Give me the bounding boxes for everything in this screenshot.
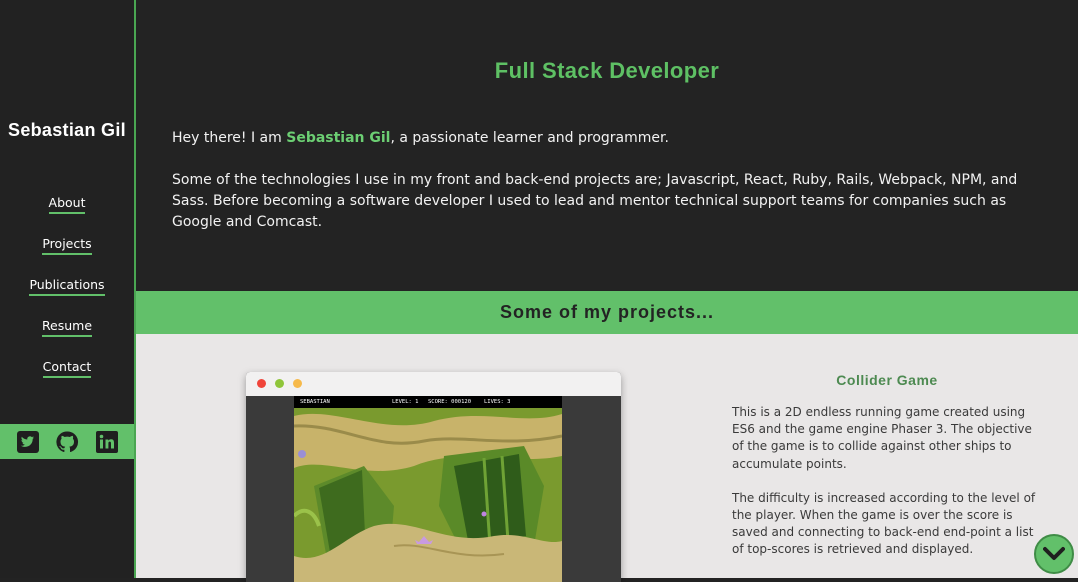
- projects-heading: Some of my projects...: [499, 302, 715, 322]
- project-desc-paragraph-2: The difficulty is increased according to…: [732, 490, 1036, 557]
- sidebar: Sebastian Gil About Projects Publication…: [0, 0, 136, 578]
- close-dot-icon: [257, 379, 266, 388]
- project-description: This is a 2D endless running game create…: [732, 404, 1042, 576]
- hud-score: SCORE: 000120: [428, 399, 472, 405]
- nav-label: About: [48, 195, 86, 214]
- intro-suffix: , a passionate learner and programmer.: [390, 130, 669, 146]
- page-title: Full Stack Developer: [494, 58, 720, 83]
- brand-name[interactable]: Sebastian Gil: [0, 120, 134, 141]
- nav-contact[interactable]: Contact: [0, 356, 134, 397]
- nav-label: Projects: [42, 236, 92, 255]
- project-desc-paragraph-1: This is a 2D endless running game create…: [732, 405, 1032, 471]
- main-content: Full Stack Developer Hey there! I am Seb…: [136, 0, 1078, 582]
- hud-player: SEBASTIAN: [300, 399, 330, 405]
- nav-resume[interactable]: Resume: [0, 315, 134, 356]
- projects-section: SEBASTIAN LEVEL: 1 SCORE: 000120 LIVES: …: [136, 334, 1078, 582]
- linkedin-icon[interactable]: [95, 430, 119, 454]
- about-text: Some of the technologies I use in my fro…: [172, 172, 1018, 230]
- browser-titlebar: [246, 372, 621, 396]
- projects-banner: Some of my projects...: [136, 291, 1078, 334]
- intro-text: Hey there! I am Sebastian Gil, a passion…: [172, 128, 1052, 149]
- nav-label: Resume: [41, 318, 93, 337]
- twitter-icon[interactable]: [16, 430, 40, 454]
- intro-prefix: Hey there! I am: [172, 130, 287, 146]
- game-screenshot: SEBASTIAN LEVEL: 1 SCORE: 000120 LIVES: …: [294, 396, 562, 582]
- nav-publications[interactable]: Publications: [0, 274, 134, 315]
- project-screenshot-window[interactable]: SEBASTIAN LEVEL: 1 SCORE: 000120 LIVES: …: [246, 372, 621, 582]
- sidebar-nav: About Projects Publications Resume Conta…: [0, 192, 134, 397]
- game-hud: SEBASTIAN LEVEL: 1 SCORE: 000120 LIVES: …: [294, 396, 562, 408]
- nav-about[interactable]: About: [0, 192, 134, 233]
- nav-projects[interactable]: Projects: [0, 233, 134, 274]
- intro-name: Sebastian Gil: [286, 130, 391, 146]
- social-links: [0, 424, 134, 459]
- minimize-dot-icon: [293, 379, 302, 388]
- hud-level: LEVEL: 1: [392, 399, 419, 405]
- nav-label: Publications: [29, 277, 105, 296]
- hero-section: Full Stack Developer Hey there! I am Seb…: [136, 0, 1078, 291]
- game-terrain-image: [294, 396, 562, 582]
- scroll-down-button[interactable]: [1034, 534, 1074, 574]
- project-title: Collider Game: [836, 372, 938, 388]
- nav-label: Contact: [42, 359, 92, 378]
- github-icon[interactable]: [55, 430, 79, 454]
- chevron-down-icon: [1043, 547, 1065, 560]
- hud-lives: LIVES: 3: [484, 399, 511, 405]
- maximize-dot-icon: [275, 379, 284, 388]
